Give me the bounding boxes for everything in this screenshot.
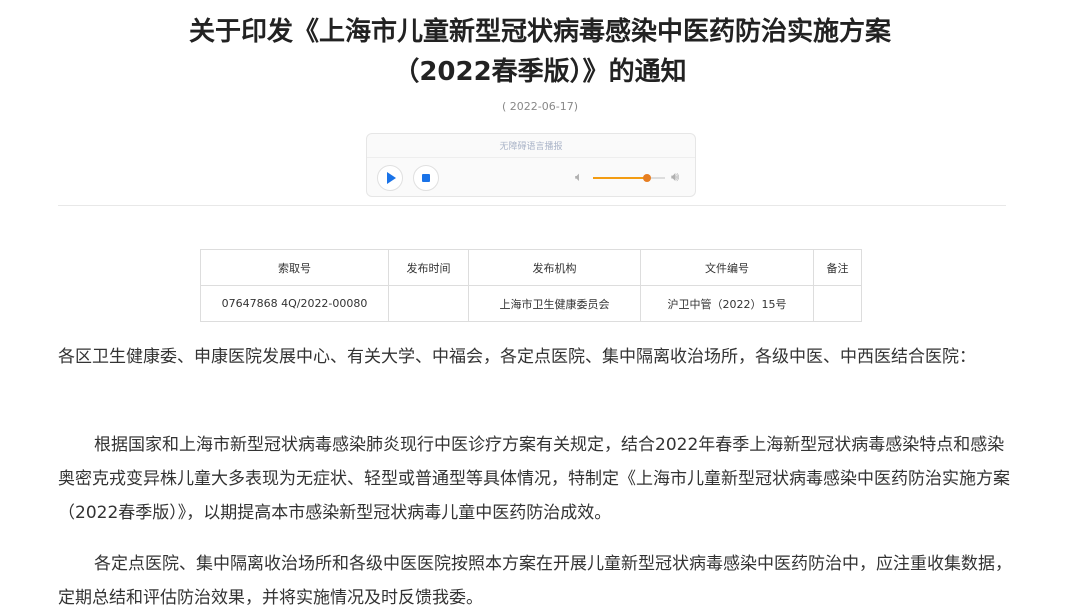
meta-value-notes (813, 285, 862, 322)
volume-slider[interactable] (593, 174, 665, 182)
salutation-paragraph: 各区卫生健康委、申康医院发展中心、有关大学、中福会，各定点医院、集中隔离收治场所… (58, 347, 976, 367)
audio-player: 无障碍语言播报 🔈︎ 🔊︎ (366, 133, 696, 197)
volume-high-icon[interactable]: 🔊︎ (671, 170, 679, 185)
meta-value-index: 07647868 4Q/2022-00080 (200, 285, 389, 322)
meta-header-publisher: 发布机构 (468, 249, 641, 286)
play-button[interactable] (377, 165, 403, 191)
meta-value-publisher: 上海市卫生健康委员会 (468, 285, 641, 322)
stop-button[interactable] (413, 165, 439, 191)
volume-knob[interactable] (643, 174, 651, 182)
meta-header-date: 发布时间 (388, 249, 469, 286)
body-paragraph-2: 各定点医院、集中隔离收治场所和各级中医医院按照本方案在开展儿童新型冠状病毒感染中… (58, 554, 1012, 608)
meta-header-row: 索取号 发布时间 发布机构 文件编号 备注 (200, 249, 862, 286)
stop-icon (422, 174, 430, 182)
meta-value-row: 07647868 4Q/2022-00080 上海市卫生健康委员会 沪卫中管（2… (200, 285, 862, 322)
title-line-2: （2022春季版）》的通知 (393, 57, 687, 87)
header-divider (58, 205, 1006, 206)
meta-value-date (388, 285, 469, 322)
play-icon (386, 172, 396, 184)
volume-low-icon[interactable]: 🔈︎ (575, 170, 583, 185)
document-meta-table: 索取号 发布时间 发布机构 文件编号 备注 07647868 4Q/2022-0… (200, 249, 862, 322)
volume-fill (593, 177, 647, 179)
meta-header-notes: 备注 (813, 249, 862, 286)
meta-value-doc-number: 沪卫中管（2022）15号 (640, 285, 814, 322)
player-label: 无障碍语言播报 (499, 142, 563, 152)
title-line-1: 关于印发《上海市儿童新型冠状病毒感染中医药防治实施方案 (188, 17, 891, 47)
publish-date: ( 2022-06-17) (501, 100, 578, 113)
player-divider (367, 157, 695, 158)
meta-header-index: 索取号 (200, 249, 389, 286)
page-title: 关于印发《上海市儿童新型冠状病毒感染中医药防治实施方案 （2022春季版）》的通… (0, 12, 1080, 92)
meta-header-doc-number: 文件编号 (640, 249, 814, 286)
body-paragraph-1: 根据国家和上海市新型冠状病毒感染肺炎现行中医诊疗方案有关规定，结合2022年春季… (58, 435, 1010, 523)
